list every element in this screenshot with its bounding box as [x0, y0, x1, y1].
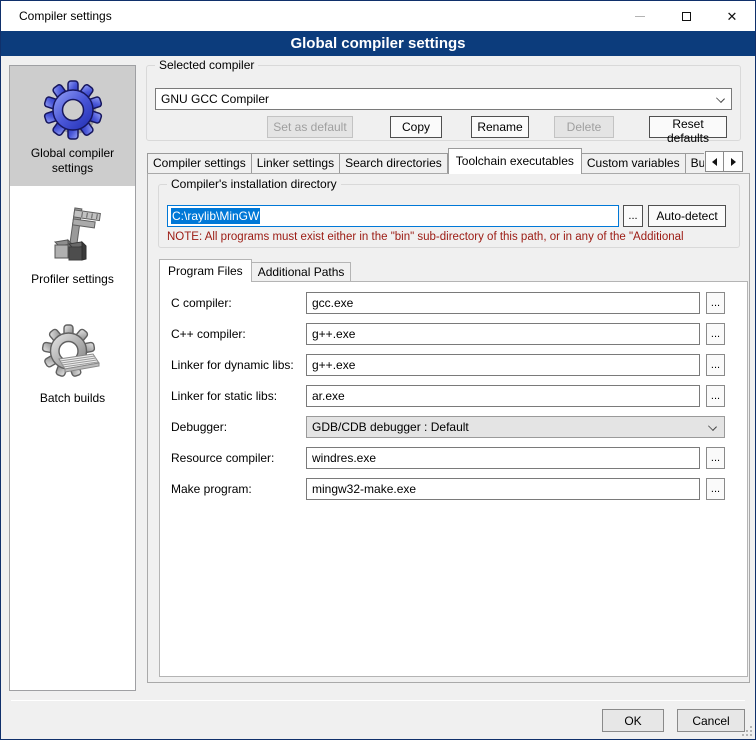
field-value: ar.exe: [312, 389, 345, 403]
c-compiler-browse-button[interactable]: ...: [706, 292, 725, 314]
caption-buttons: ✕: [617, 1, 755, 31]
toolchain-executables-page: Compiler's installation directory C:\ray…: [147, 173, 750, 683]
field-row-c-compiler: C compiler: gcc.exe ...: [160, 292, 747, 314]
chevron-right-icon: [731, 158, 736, 166]
field-row-linker-dynamic: Linker for dynamic libs: g++.exe ...: [160, 354, 747, 376]
sidebar-item-profiler-settings[interactable]: Profiler settings: [10, 186, 135, 297]
cpp-compiler-browse-button[interactable]: ...: [706, 323, 725, 345]
field-row-linker-static: Linker for static libs: ar.exe ...: [160, 385, 747, 407]
installation-directory-row: C:\raylib\MinGW ... Auto-detect: [167, 205, 731, 227]
sidebar-item-label: Global compiler settings: [10, 142, 135, 186]
installation-directory-value: C:\raylib\MinGW: [171, 208, 260, 224]
installation-directory-input[interactable]: C:\raylib\MinGW: [167, 205, 619, 227]
selected-compiler-group: Selected compiler GNU GCC Compiler Set a…: [146, 65, 741, 141]
tab-additional-paths[interactable]: Additional Paths: [252, 262, 352, 282]
field-value: gcc.exe: [312, 296, 353, 310]
installation-directory-browse-button[interactable]: ...: [623, 205, 643, 227]
tab-scroll-right-button[interactable]: [724, 151, 743, 172]
chevron-down-icon: [716, 94, 725, 103]
sidebar-item-label: Batch builds: [36, 387, 109, 416]
field-label: C++ compiler:: [171, 327, 246, 341]
tab-toolchain-executables[interactable]: Toolchain executables: [448, 148, 582, 174]
toolchain-subtab-bar: Program Files Additional Paths: [159, 259, 351, 282]
tab-search-directories[interactable]: Search directories: [340, 153, 448, 174]
window-title: Compiler settings: [19, 9, 112, 23]
delete-button[interactable]: Delete: [554, 116, 614, 138]
field-row-make-program: Make program: mingw32-make.exe ...: [160, 478, 747, 500]
tab-compiler-settings[interactable]: Compiler settings: [147, 153, 252, 174]
sidebar-item-global-compiler-settings[interactable]: Global compiler settings: [10, 66, 135, 186]
field-label: Debugger:: [171, 420, 227, 434]
footer-separator: [11, 700, 745, 701]
tab-program-files[interactable]: Program Files: [159, 259, 252, 282]
make-program-browse-button[interactable]: ...: [706, 478, 725, 500]
tab-custom-variables[interactable]: Custom variables: [582, 153, 686, 174]
sidebar-item-label: Profiler settings: [27, 268, 118, 297]
title-bar[interactable]: Compiler settings ✕: [1, 1, 755, 31]
caliper-icon: [41, 204, 105, 268]
ok-button[interactable]: OK: [602, 709, 664, 732]
field-value: g++.exe: [312, 358, 355, 372]
installation-directory-group: Compiler's installation directory C:\ray…: [158, 184, 740, 248]
compiler-select-value: GNU GCC Compiler: [161, 92, 269, 106]
cancel-button[interactable]: Cancel: [677, 709, 745, 732]
chevron-down-icon: [708, 422, 717, 431]
field-label: Make program:: [171, 482, 252, 496]
compiler-settings-dialog: Compiler settings ✕ Global compiler sett…: [0, 0, 756, 740]
page-title: Global compiler settings: [1, 31, 755, 56]
reset-defaults-button[interactable]: Reset defaults: [649, 116, 727, 138]
rename-button[interactable]: Rename: [471, 116, 529, 138]
field-label: Linker for static libs:: [171, 389, 277, 403]
selected-compiler-group-label: Selected compiler: [155, 58, 258, 72]
maximize-icon: [682, 12, 691, 21]
tab-scroll-left-button[interactable]: [705, 151, 724, 172]
tab-build-options[interactable]: Build: [686, 153, 704, 174]
installation-directory-group-label: Compiler's installation directory: [167, 177, 341, 191]
blue-gear-icon: [41, 78, 105, 142]
maximize-button[interactable]: [663, 1, 709, 31]
copy-button[interactable]: Copy: [390, 116, 442, 138]
auto-detect-button[interactable]: Auto-detect: [648, 205, 726, 227]
resource-compiler-input[interactable]: windres.exe: [306, 447, 700, 469]
minimize-button[interactable]: [617, 1, 663, 31]
field-label: Linker for dynamic libs:: [171, 358, 294, 372]
linker-static-input[interactable]: ar.exe: [306, 385, 700, 407]
resize-grip[interactable]: [742, 726, 752, 736]
settings-tab-bar: Compiler settings Linker settings Search…: [147, 148, 704, 174]
cpp-compiler-input[interactable]: g++.exe: [306, 323, 700, 345]
field-row-cpp-compiler: C++ compiler: g++.exe ...: [160, 323, 747, 345]
compiler-actions: Set as default Copy Rename Delete Reset …: [147, 116, 727, 138]
linker-dynamic-input[interactable]: g++.exe: [306, 354, 700, 376]
c-compiler-input[interactable]: gcc.exe: [306, 292, 700, 314]
bin-subdirectory-note: NOTE: All programs must exist either in …: [167, 231, 738, 243]
field-row-debugger: Debugger: GDB/CDB debugger : Default: [160, 416, 747, 438]
close-button[interactable]: ✕: [709, 1, 755, 31]
debugger-select[interactable]: GDB/CDB debugger : Default: [306, 416, 725, 438]
field-value: g++.exe: [312, 327, 355, 341]
close-icon: ✕: [727, 10, 738, 23]
field-label: Resource compiler:: [171, 451, 274, 465]
sidebar-item-batch-builds[interactable]: Batch builds: [10, 297, 135, 416]
tab-scroll-buttons: [705, 151, 743, 172]
field-label: C compiler:: [171, 296, 232, 310]
linker-dynamic-browse-button[interactable]: ...: [706, 354, 725, 376]
make-program-input[interactable]: mingw32-make.exe: [306, 478, 700, 500]
field-value: windres.exe: [312, 451, 376, 465]
chevron-left-icon: [712, 158, 717, 166]
settings-category-list: Global compiler settings: [9, 65, 136, 691]
field-row-resource-compiler: Resource compiler: windres.exe ...: [160, 447, 747, 469]
resource-compiler-browse-button[interactable]: ...: [706, 447, 725, 469]
linker-static-browse-button[interactable]: ...: [706, 385, 725, 407]
debugger-select-value: GDB/CDB debugger : Default: [312, 420, 469, 434]
compiler-select[interactable]: GNU GCC Compiler: [155, 88, 732, 110]
minimize-icon: [635, 16, 645, 17]
gray-gear-papers-icon: [41, 323, 105, 387]
tab-linker-settings[interactable]: Linker settings: [252, 153, 340, 174]
set-as-default-button[interactable]: Set as default: [267, 116, 353, 138]
field-value: mingw32-make.exe: [312, 482, 416, 496]
program-files-panel: C compiler: gcc.exe ... C++ compiler: g+…: [159, 281, 748, 677]
